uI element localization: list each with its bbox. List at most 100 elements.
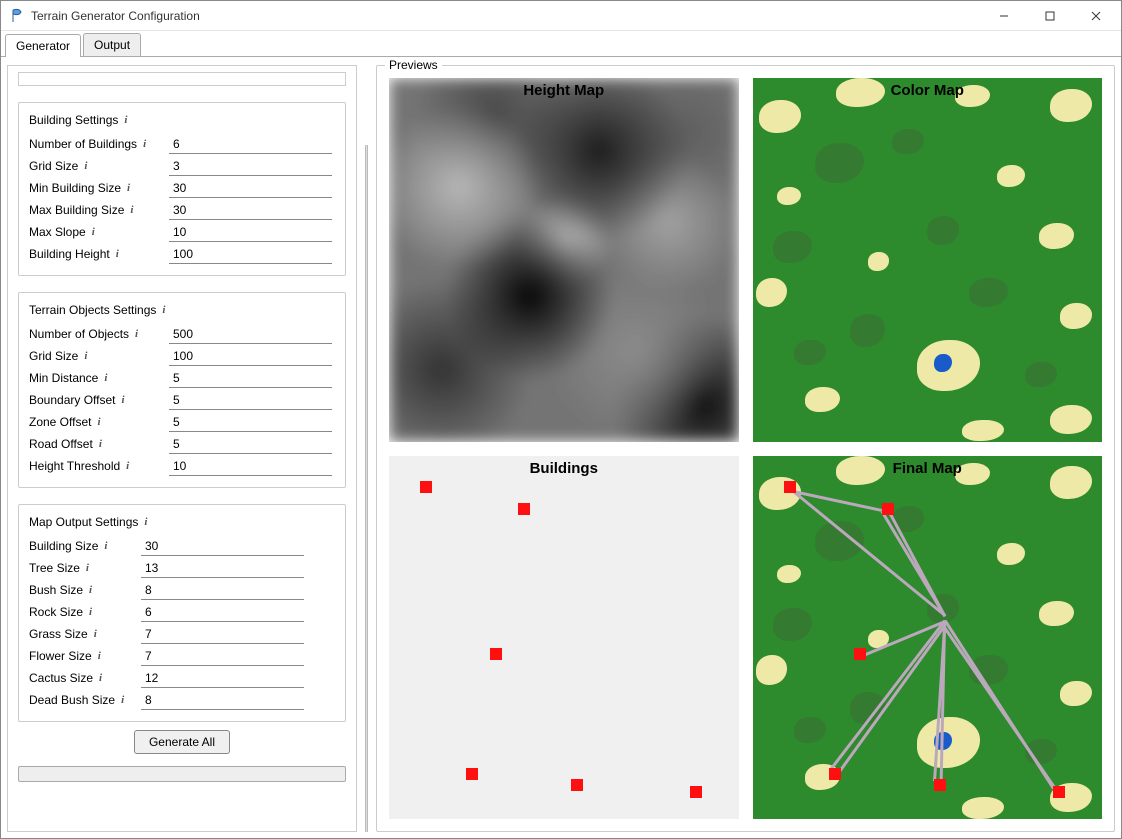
- input-num-objects[interactable]: [169, 324, 332, 344]
- info-icon[interactable]: i: [104, 372, 107, 384]
- input-num-buildings[interactable]: [169, 134, 332, 154]
- preview-grid: Height Map Color Map Buildings: [389, 78, 1102, 819]
- row-bush-size: Bush Sizei: [29, 579, 335, 601]
- info-icon[interactable]: i: [97, 416, 100, 428]
- info-icon[interactable]: i: [122, 394, 125, 406]
- input-to-grid-size[interactable]: [169, 346, 332, 366]
- previews-frame: Previews Height Map Color Map Building: [376, 65, 1115, 832]
- building-marker: [934, 779, 946, 791]
- input-bush-size[interactable]: [141, 580, 304, 600]
- row-to-grid-size: Grid Sizei: [29, 345, 335, 367]
- input-max-slope[interactable]: [169, 222, 332, 242]
- info-icon[interactable]: i: [84, 350, 87, 362]
- top-spacer-box: [18, 72, 346, 86]
- input-mo-building-size[interactable]: [141, 536, 304, 556]
- row-dead-bush-size: Dead Bush Sizei: [29, 689, 335, 711]
- preview-heightmap: Height Map: [389, 78, 739, 442]
- tab-output[interactable]: Output: [83, 33, 141, 56]
- row-grass-size: Grass Sizei: [29, 623, 335, 645]
- building-marker: [829, 768, 841, 780]
- app-window: Terrain Generator Configuration Generato…: [0, 0, 1122, 839]
- input-dead-bush-size[interactable]: [141, 690, 304, 710]
- input-max-building-size[interactable]: [169, 200, 332, 220]
- row-zone-offset: Zone Offseti: [29, 411, 335, 433]
- info-icon[interactable]: i: [99, 672, 102, 684]
- maximize-button[interactable]: [1027, 1, 1073, 31]
- info-icon[interactable]: i: [98, 650, 101, 662]
- input-road-offset[interactable]: [169, 434, 332, 454]
- info-icon[interactable]: i: [86, 562, 89, 574]
- titlebar: Terrain Generator Configuration: [1, 1, 1121, 31]
- generate-row: Generate All: [18, 730, 346, 754]
- info-icon[interactable]: i: [162, 304, 165, 316]
- info-icon[interactable]: i: [144, 516, 147, 528]
- info-icon[interactable]: i: [130, 204, 133, 216]
- finalmap-canvas: [753, 456, 1103, 820]
- row-road-offset: Road Offseti: [29, 433, 335, 455]
- minimize-button[interactable]: [981, 1, 1027, 31]
- info-icon[interactable]: i: [99, 438, 102, 450]
- row-cactus-size: Cactus Sizei: [29, 667, 335, 689]
- info-icon[interactable]: i: [143, 138, 146, 150]
- section-map-output: Map Output Settings i Building Sizei Tre…: [18, 504, 346, 722]
- row-grid-size: Grid Sizei: [29, 155, 335, 177]
- map-output-header: Map Output Settings i: [29, 515, 335, 529]
- tab-generator[interactable]: Generator: [5, 34, 81, 57]
- input-rock-size[interactable]: [141, 602, 304, 622]
- content-area: Building Settings i Number of Buildingsi…: [1, 57, 1121, 838]
- input-boundary-offset[interactable]: [169, 390, 332, 410]
- terrain-objects-header: Terrain Objects Settings i: [29, 303, 335, 317]
- building-marker: [690, 786, 702, 798]
- row-height-threshold: Height Thresholdi: [29, 455, 335, 477]
- section-terrain-objects: Terrain Objects Settings i Number of Obj…: [18, 292, 346, 488]
- settings-panel: Building Settings i Number of Buildingsi…: [7, 65, 357, 832]
- generate-all-button[interactable]: Generate All: [134, 730, 230, 754]
- info-icon[interactable]: i: [89, 606, 92, 618]
- window-title: Terrain Generator Configuration: [31, 9, 981, 23]
- row-rock-size: Rock Sizei: [29, 601, 335, 623]
- section-building-settings: Building Settings i Number of Buildingsi…: [18, 102, 346, 276]
- close-button[interactable]: [1073, 1, 1119, 31]
- heightmap-canvas: [389, 78, 739, 442]
- row-num-buildings: Number of Buildingsi: [29, 133, 335, 155]
- input-grass-size[interactable]: [141, 624, 304, 644]
- row-flower-size: Flower Sizei: [29, 645, 335, 667]
- info-icon[interactable]: i: [116, 248, 119, 260]
- row-min-distance: Min Distancei: [29, 367, 335, 389]
- buildings-title: Buildings: [389, 460, 739, 477]
- info-icon[interactable]: i: [89, 584, 92, 596]
- building-marker: [420, 481, 432, 493]
- input-zone-offset[interactable]: [169, 412, 332, 432]
- input-flower-size[interactable]: [141, 646, 304, 666]
- info-icon[interactable]: i: [124, 114, 127, 126]
- info-icon[interactable]: i: [127, 182, 130, 194]
- row-boundary-offset: Boundary Offseti: [29, 389, 335, 411]
- row-max-building-size: Max Building Sizei: [29, 199, 335, 221]
- heightmap-title: Height Map: [389, 82, 739, 99]
- input-grid-size[interactable]: [169, 156, 332, 176]
- building-marker: [466, 768, 478, 780]
- info-icon[interactable]: i: [135, 328, 138, 340]
- building-marker: [854, 648, 866, 660]
- input-min-distance[interactable]: [169, 368, 332, 388]
- settings-scroll-area[interactable]: Building Settings i Number of Buildingsi…: [7, 65, 357, 832]
- input-min-building-size[interactable]: [169, 178, 332, 198]
- previews-legend: Previews: [385, 58, 442, 72]
- input-cactus-size[interactable]: [141, 668, 304, 688]
- info-icon[interactable]: i: [121, 694, 124, 706]
- info-icon[interactable]: i: [84, 160, 87, 172]
- info-icon[interactable]: i: [104, 540, 107, 552]
- building-marker: [784, 481, 796, 493]
- progress-bar: [18, 766, 346, 782]
- building-marker: [518, 503, 530, 515]
- input-height-threshold[interactable]: [169, 456, 332, 476]
- input-building-height[interactable]: [169, 244, 332, 264]
- info-icon[interactable]: i: [94, 628, 97, 640]
- info-icon[interactable]: i: [126, 460, 129, 472]
- input-tree-size[interactable]: [141, 558, 304, 578]
- building-marker: [490, 648, 502, 660]
- panel-divider[interactable]: [365, 145, 368, 832]
- info-icon[interactable]: i: [92, 226, 95, 238]
- buildings-canvas: [389, 456, 739, 820]
- tab-bar: Generator Output: [1, 31, 1121, 57]
